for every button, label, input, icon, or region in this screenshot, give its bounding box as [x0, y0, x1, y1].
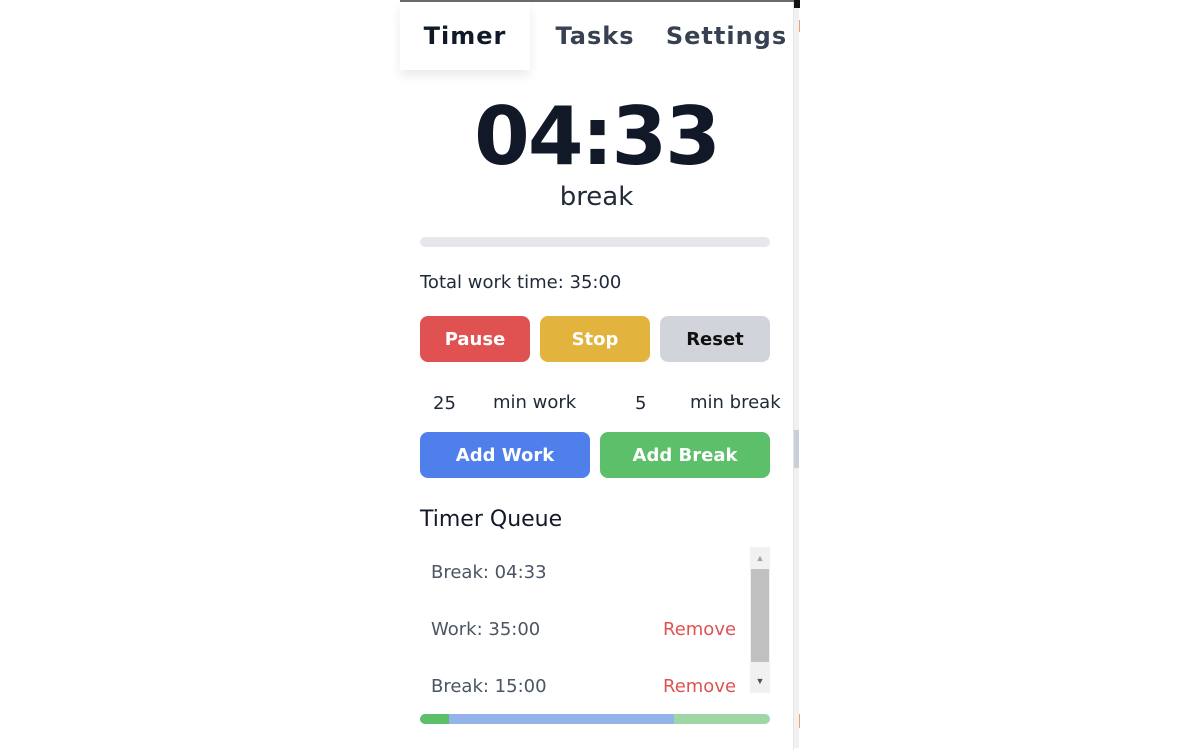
stop-button[interactable]: Stop: [540, 316, 650, 362]
reset-button[interactable]: Reset: [660, 316, 770, 362]
queue-segment-break-current: [420, 714, 450, 724]
work-minutes-label: min work: [493, 392, 577, 413]
timer-mode: break: [559, 182, 634, 212]
queue-segment-break: [673, 714, 770, 724]
timer-queue-list: Break: 04:33 Work: 35:00 Remove Break: 1…: [420, 547, 770, 693]
window-corner: [794, 0, 800, 8]
scroll-down-arrow-icon[interactable]: ▼: [750, 672, 770, 690]
queue-item: Break: 15:00: [431, 676, 547, 693]
break-minutes-label: min break: [690, 392, 781, 413]
remove-button[interactable]: Remove: [663, 619, 736, 640]
queue-item: Work: 35:00: [431, 619, 541, 640]
timer-display: 04:33: [474, 90, 721, 183]
tab-bar: Timer Tasks Settings: [400, 2, 793, 70]
tab-tasks[interactable]: Tasks: [530, 2, 660, 70]
remove-button[interactable]: Remove: [663, 676, 736, 693]
tab-timer[interactable]: Timer: [400, 2, 530, 70]
queue-timeline-bar: [420, 714, 770, 724]
queue-segment-work: [449, 714, 674, 724]
queue-item: Break: 04:33: [431, 562, 547, 583]
timer-progress-bar: [420, 237, 770, 247]
add-break-button[interactable]: Add Break: [600, 432, 770, 478]
total-work-time: Total work time: 35:00: [420, 272, 622, 293]
pause-button[interactable]: Pause: [420, 316, 530, 362]
break-minutes-input[interactable]: [633, 392, 685, 415]
add-work-button[interactable]: Add Work: [420, 432, 590, 478]
queue-scrollbar[interactable]: ▲ ▼: [750, 547, 770, 693]
queue-scrollbar-thumb[interactable]: [751, 569, 769, 662]
scroll-up-arrow-icon[interactable]: ▲: [750, 549, 770, 567]
work-minutes-input[interactable]: [431, 392, 483, 415]
timer-panel: Timer Tasks Settings 04:33 break Total w…: [400, 2, 794, 750]
tab-settings[interactable]: Settings: [660, 2, 793, 70]
queue-title: Timer Queue: [420, 507, 563, 532]
